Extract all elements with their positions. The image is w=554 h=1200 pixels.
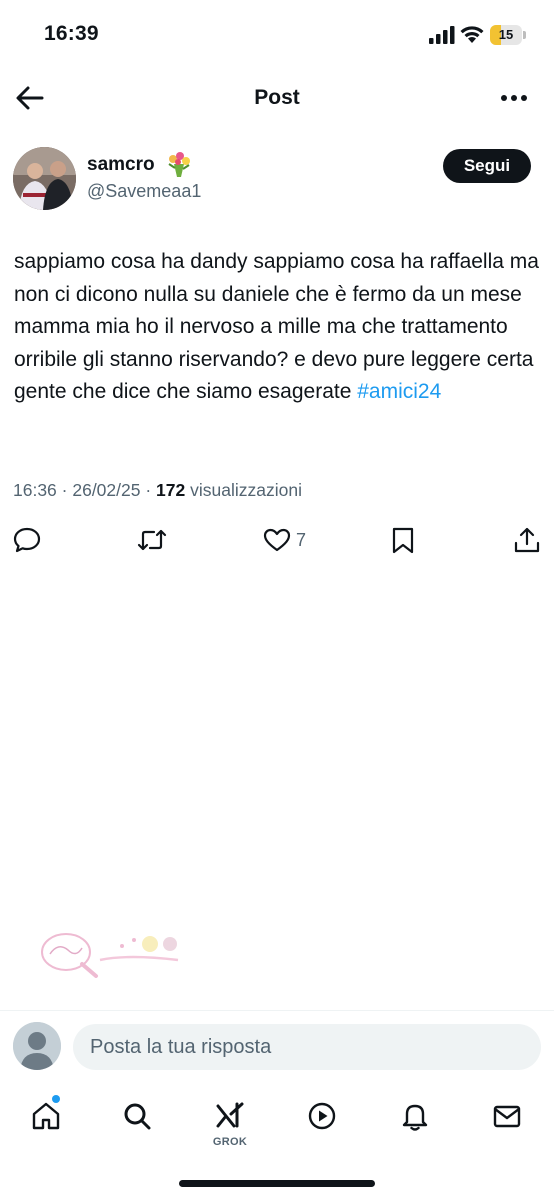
wifi-icon <box>460 26 484 43</box>
author-avatar[interactable] <box>13 147 76 210</box>
tweet-text: sappiamo cosa ha dandy sappiamo cosa ha … <box>14 246 539 409</box>
default-avatar-icon <box>13 1022 61 1070</box>
reply-icon <box>13 527 41 553</box>
bouquet-emoji <box>168 152 190 177</box>
reply-input[interactable] <box>73 1024 541 1070</box>
nav-notifications[interactable] <box>395 1096 435 1146</box>
search-icon <box>124 1103 151 1130</box>
nav-video[interactable] <box>302 1096 342 1146</box>
grok-icon <box>216 1102 244 1128</box>
messages-icon <box>493 1105 521 1128</box>
nav-grok[interactable]: GROK <box>210 1096 250 1148</box>
home-icon <box>32 1102 60 1130</box>
like-count: 7 <box>296 530 307 550</box>
author-name[interactable]: samcro <box>87 154 155 176</box>
tweet-meta: 16:36 · 26/02/25 · 172 visualizzazioni <box>13 480 302 500</box>
share-icon <box>514 527 540 553</box>
share-button[interactable] <box>513 526 541 558</box>
battery-cap <box>523 31 526 39</box>
author-handle[interactable]: @Savemeaa1 <box>87 181 201 202</box>
watermark-logo <box>41 933 179 978</box>
bookmark-button[interactable] <box>389 526 417 558</box>
page-title: Post <box>254 86 300 109</box>
nav-home[interactable] <box>26 1096 66 1146</box>
reply-button[interactable] <box>13 526 43 558</box>
status-bar: 16:39 15 <box>0 0 554 70</box>
nav-messages[interactable] <box>487 1096 527 1146</box>
grok-label: GROK <box>212 1136 248 1148</box>
hashtag-link[interactable]: #amici24 <box>357 380 441 403</box>
user-avatar[interactable] <box>13 1022 61 1070</box>
home-indicator[interactable] <box>179 1180 375 1187</box>
retweet-button[interactable] <box>136 526 170 558</box>
battery-body: 15 <box>490 25 522 45</box>
nav-search[interactable] <box>117 1096 157 1146</box>
views-label: visualizzazioni <box>190 480 302 500</box>
tweet-actions: 7 <box>0 522 554 562</box>
tweet-date[interactable]: 26/02/25 <box>72 480 140 500</box>
bottom-nav: GROK <box>0 1088 554 1158</box>
home-notification-dot <box>52 1095 60 1103</box>
notifications-icon <box>402 1104 428 1131</box>
post-header: Post <box>0 70 554 126</box>
views-count: 172 <box>156 480 186 500</box>
like-button[interactable]: 7 <box>263 526 323 558</box>
battery-indicator: 15 <box>490 25 526 45</box>
avatar-photo <box>13 147 76 210</box>
retweet-icon <box>137 529 167 551</box>
reply-divider <box>0 1010 554 1011</box>
tweet-body: sappiamo cosa ha dandy sappiamo cosa ha … <box>14 250 539 403</box>
like-icon <box>263 528 291 552</box>
video-icon <box>308 1102 336 1130</box>
battery-level: 15 <box>498 27 514 42</box>
bookmark-icon <box>392 527 414 554</box>
tweet-time[interactable]: 16:36 <box>13 480 57 500</box>
follow-button[interactable]: Segui <box>443 149 531 183</box>
cellular-signal-icon <box>429 26 455 44</box>
status-time: 16:39 <box>44 22 99 45</box>
more-horizontal-icon[interactable] <box>498 86 530 110</box>
